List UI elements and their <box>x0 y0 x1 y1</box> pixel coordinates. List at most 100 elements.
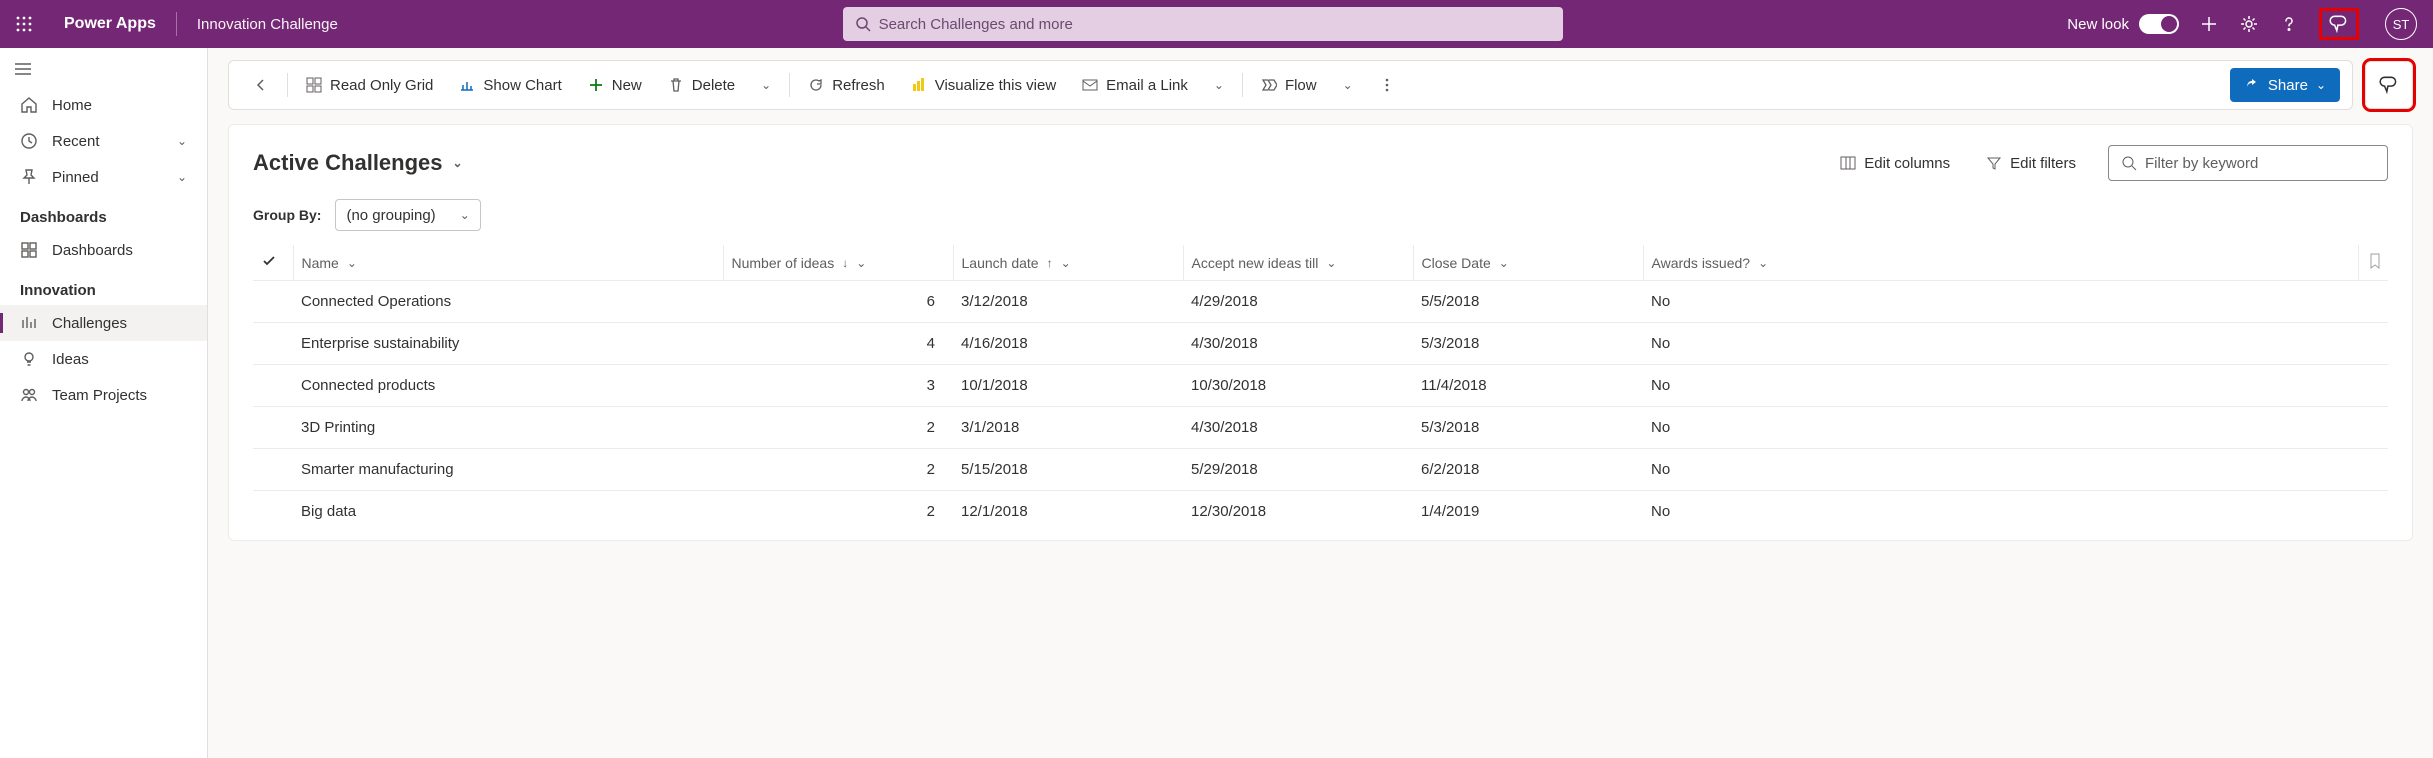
table-row[interactable]: Big data212/1/201812/30/20181/4/2019No <box>253 491 2388 533</box>
refresh-button[interactable]: Refresh <box>796 67 897 103</box>
help-icon[interactable] <box>2279 14 2299 34</box>
delete-dropdown[interactable]: ⌄ <box>749 67 783 103</box>
copilot-header-button[interactable] <box>2319 8 2359 40</box>
add-icon[interactable] <box>2199 14 2219 34</box>
cell-awards: No <box>1643 449 2358 491</box>
global-search[interactable] <box>843 7 1563 41</box>
table-row[interactable]: Connected Operations63/12/20184/29/20185… <box>253 281 2388 323</box>
search-icon <box>2121 155 2137 171</box>
cell-accept: 10/30/2018 <box>1183 365 1413 407</box>
chevron-down-icon: ⌄ <box>1343 78 1353 92</box>
clock-icon <box>20 132 38 150</box>
command-bar: Read Only Grid Show Chart New Delete ⌄ <box>228 60 2353 110</box>
gear-icon[interactable] <box>2239 14 2259 34</box>
delete-button[interactable]: Delete <box>656 67 747 103</box>
sidebar-item-ideas[interactable]: Ideas <box>0 341 207 377</box>
refresh-icon <box>808 77 824 93</box>
table-row[interactable]: Smarter manufacturing25/15/20185/29/2018… <box>253 449 2388 491</box>
table-row[interactable]: 3D Printing23/1/20184/30/20185/3/2018No <box>253 407 2388 449</box>
cell-accept: 4/30/2018 <box>1183 407 1413 449</box>
dashboard-icon <box>20 241 38 259</box>
sidebar-item-pinned[interactable]: Pinned ⌄ <box>0 159 207 195</box>
sidebar-item-challenges[interactable]: Challenges <box>0 305 207 341</box>
cell-accept: 12/30/2018 <box>1183 491 1413 533</box>
share-button[interactable]: Share ⌄ <box>2230 68 2340 102</box>
row-selector[interactable] <box>253 365 293 407</box>
keyword-filter-input[interactable] <box>2145 155 2375 172</box>
keyword-filter[interactable] <box>2108 145 2388 181</box>
cell-launch: 10/1/2018 <box>953 365 1183 407</box>
read-only-grid-button[interactable]: Read Only Grid <box>294 67 445 103</box>
col-launch[interactable]: Launch date↑⌄ <box>953 245 1183 281</box>
main-content: Read Only Grid Show Chart New Delete ⌄ <box>208 48 2433 758</box>
edit-columns-button[interactable]: Edit columns <box>1836 149 1954 178</box>
email-link-button[interactable]: Email a Link <box>1070 67 1200 103</box>
cell-accept: 5/29/2018 <box>1183 449 1413 491</box>
col-ideas[interactable]: Number of ideas↓⌄ <box>723 245 953 281</box>
table-row[interactable]: Connected products310/1/201810/30/201811… <box>253 365 2388 407</box>
row-selector[interactable] <box>253 449 293 491</box>
chevron-down-icon: ⌄ <box>1758 256 1768 270</box>
cell-ideas: 6 <box>723 281 953 323</box>
cell-close: 5/3/2018 <box>1413 323 1643 365</box>
cell-bookmark[interactable] <box>2358 449 2388 491</box>
search-icon <box>855 16 871 32</box>
table-row[interactable]: Enterprise sustainability44/16/20184/30/… <box>253 323 2388 365</box>
cell-ideas: 2 <box>723 407 953 449</box>
col-awards[interactable]: Awards issued?⌄ <box>1643 245 2358 281</box>
col-bookmark[interactable] <box>2358 245 2388 281</box>
new-button[interactable]: New <box>576 67 654 103</box>
visualize-button[interactable]: Visualize this view <box>899 67 1068 103</box>
sidebar-item-recent[interactable]: Recent ⌄ <box>0 123 207 159</box>
show-chart-button[interactable]: Show Chart <box>447 67 573 103</box>
col-name[interactable]: Name⌄ <box>293 245 723 281</box>
row-selector[interactable] <box>253 491 293 533</box>
avatar[interactable]: ST <box>2385 8 2417 40</box>
people-icon <box>20 386 38 404</box>
more-vertical-icon <box>1379 77 1395 93</box>
cell-awards: No <box>1643 281 2358 323</box>
app-launcher-icon[interactable] <box>4 4 44 44</box>
brand-label[interactable]: Power Apps <box>64 15 156 33</box>
col-accept[interactable]: Accept new ideas till⌄ <box>1183 245 1413 281</box>
global-header: Power Apps Innovation Challenge New look… <box>0 0 2433 48</box>
sidebar-item-team-projects[interactable]: Team Projects <box>0 377 207 413</box>
flow-dropdown[interactable]: ⌄ <box>1331 67 1365 103</box>
cell-bookmark[interactable] <box>2358 407 2388 449</box>
row-selector[interactable] <box>253 281 293 323</box>
flow-button[interactable]: Flow <box>1249 67 1329 103</box>
cell-close: 11/4/2018 <box>1413 365 1643 407</box>
sidebar-collapse-button[interactable] <box>0 54 207 87</box>
edit-filters-button[interactable]: Edit filters <box>1982 149 2080 178</box>
copilot-pane-button[interactable] <box>2365 61 2413 109</box>
row-selector[interactable] <box>253 323 293 365</box>
group-by-select[interactable]: (no grouping) ⌄ <box>335 199 480 231</box>
columns-icon <box>1840 155 1856 171</box>
cell-name: Big data <box>293 491 723 533</box>
row-selector[interactable] <box>253 407 293 449</box>
select-all-header[interactable] <box>253 245 293 281</box>
cell-awards: No <box>1643 407 2358 449</box>
cell-bookmark[interactable] <box>2358 491 2388 533</box>
chevron-down-icon: ⌄ <box>1214 78 1224 92</box>
view-title[interactable]: Active Challenges ⌄ <box>253 150 463 176</box>
sidebar-item-home[interactable]: Home <box>0 87 207 123</box>
cell-launch: 5/15/2018 <box>953 449 1183 491</box>
col-close[interactable]: Close Date⌄ <box>1413 245 1643 281</box>
email-dropdown[interactable]: ⌄ <box>1202 67 1236 103</box>
cell-awards: No <box>1643 491 2358 533</box>
cell-bookmark[interactable] <box>2358 365 2388 407</box>
bookmark-icon <box>2367 253 2383 269</box>
sidebar-item-label: Challenges <box>52 315 127 332</box>
new-look-toggle[interactable] <box>2139 14 2179 34</box>
cell-bookmark[interactable] <box>2358 323 2388 365</box>
sidebar-section-dashboards: Dashboards <box>0 195 207 232</box>
sidebar-item-dashboards[interactable]: Dashboards <box>0 232 207 268</box>
cell-bookmark[interactable] <box>2358 281 2388 323</box>
new-look-label: New look <box>2067 16 2129 33</box>
back-button[interactable] <box>241 67 281 103</box>
pin-icon <box>20 168 38 186</box>
search-input[interactable] <box>879 16 1551 33</box>
copilot-icon <box>2328 13 2350 35</box>
more-commands-button[interactable] <box>1367 67 1407 103</box>
